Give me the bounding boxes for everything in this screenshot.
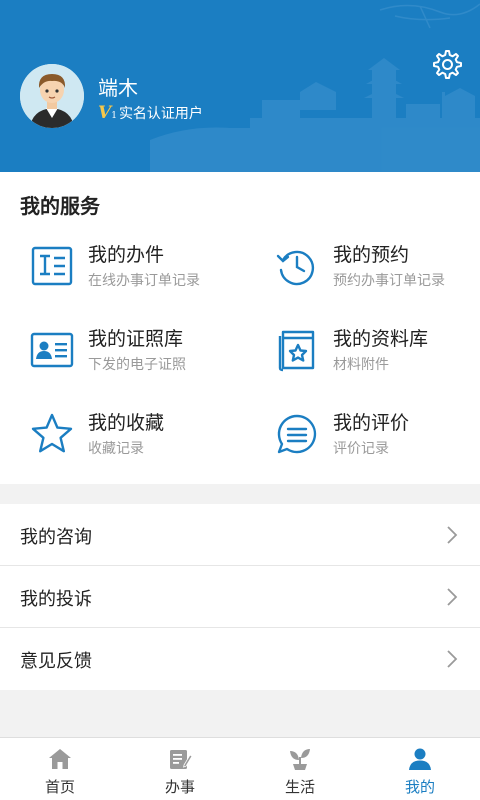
username: 端木	[98, 76, 138, 100]
service-title: 我的证照库	[88, 328, 184, 350]
menu-item-label: 我的咨询	[20, 527, 92, 548]
tab-home[interactable]: 首页	[0, 738, 120, 800]
service-title: 我的预约	[333, 244, 410, 266]
id-card-icon	[30, 332, 74, 368]
tab-services[interactable]: 办事	[120, 738, 240, 800]
history-clock-icon	[276, 250, 315, 286]
service-my-cases[interactable]: 我的办件 在线办事订单记录	[30, 240, 250, 300]
service-title: 我的资料库	[333, 328, 429, 350]
tab-mine[interactable]: 我的	[360, 738, 480, 800]
section-title: 我的服务	[20, 194, 100, 218]
profile-header: 端木 V1 实名认证用户	[0, 0, 480, 172]
star-icon	[31, 413, 73, 453]
chevron-right-icon	[447, 526, 458, 544]
service-my-reviews[interactable]: 我的评价 评价记录	[275, 408, 480, 468]
service-my-materials[interactable]: 我的资料库 材料附件	[275, 324, 480, 384]
verification-label: 实名认证用户	[118, 106, 203, 122]
menu-item-consultations[interactable]: 我的咨询	[0, 504, 480, 566]
chevron-right-icon	[447, 650, 458, 668]
service-subtitle: 下发的电子证照	[88, 357, 186, 373]
chevron-right-icon	[447, 588, 458, 606]
tab-label: 生活	[284, 778, 315, 796]
document-list-icon	[31, 246, 73, 286]
service-my-appointments[interactable]: 我的预约 预约办事订单记录	[275, 240, 480, 300]
menu-list: 我的咨询 我的投诉 意见反馈	[0, 504, 480, 690]
menu-item-feedback[interactable]: 意见反馈	[0, 628, 480, 690]
service-title: 我的评价	[333, 412, 410, 434]
service-my-favorites[interactable]: 我的收藏 收藏记录	[30, 408, 250, 468]
menu-item-label: 我的投诉	[20, 589, 92, 610]
book-star-icon	[278, 330, 315, 372]
tab-life[interactable]: 生活	[240, 738, 360, 800]
avatar-person-icon	[20, 64, 84, 128]
service-title: 我的收藏	[88, 412, 165, 434]
service-subtitle: 预约办事订单记录	[333, 273, 445, 289]
service-subtitle: 收藏记录	[88, 441, 144, 457]
comment-icon	[277, 414, 317, 454]
sprout-icon	[290, 749, 310, 770]
vip-level-badge: V1	[98, 103, 117, 123]
task-icon	[170, 750, 192, 769]
services-card: 我的服务 我的办件 在线办事订单记录 我的预约 预约办事订单记录 我的证照库 下…	[0, 172, 480, 484]
tab-label: 我的	[404, 778, 435, 796]
person-icon	[409, 748, 431, 770]
service-subtitle: 评价记录	[333, 441, 389, 457]
tab-label: 办事	[164, 778, 195, 796]
verification-status: V1 实名认证用户	[98, 103, 203, 123]
gear-icon[interactable]	[430, 48, 462, 80]
menu-item-label: 意见反馈	[20, 651, 92, 672]
service-subtitle: 材料附件	[333, 357, 389, 373]
service-my-licenses[interactable]: 我的证照库 下发的电子证照	[30, 324, 250, 384]
menu-item-complaints[interactable]: 我的投诉	[0, 566, 480, 628]
service-subtitle: 在线办事订单记录	[88, 273, 200, 289]
bottom-tab-bar: 首页 办事 生活 我的	[0, 737, 480, 800]
service-title: 我的办件	[88, 244, 165, 266]
avatar[interactable]	[20, 64, 84, 128]
home-icon	[49, 749, 71, 769]
tab-label: 首页	[44, 778, 75, 796]
